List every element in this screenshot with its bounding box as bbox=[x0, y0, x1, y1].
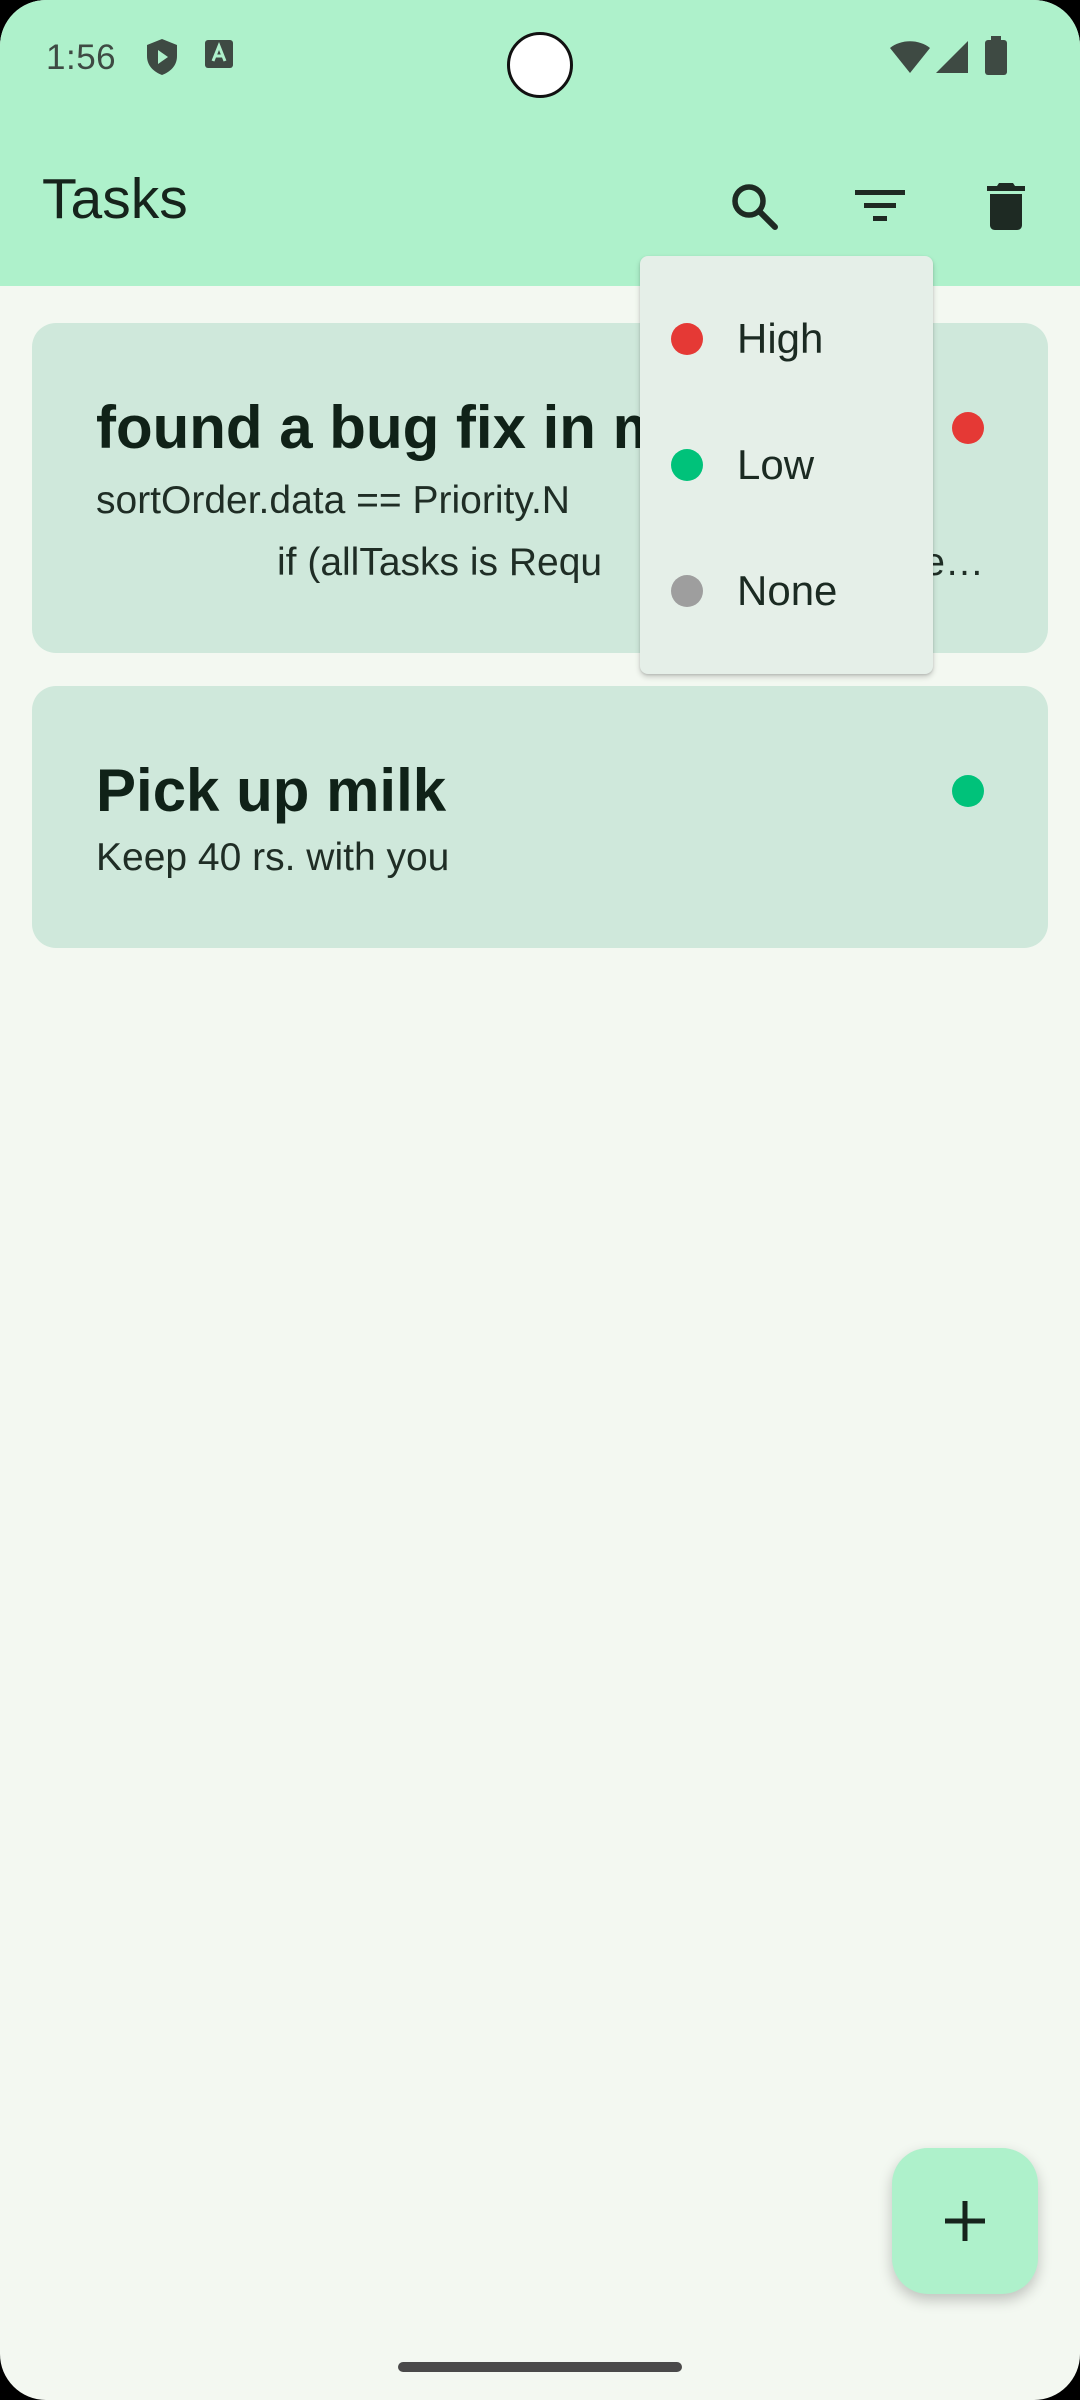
search-button[interactable] bbox=[714, 166, 794, 246]
signal-icon bbox=[935, 40, 969, 79]
page-title: Tasks bbox=[42, 167, 188, 231]
task-title: found a bug fix in m bbox=[96, 394, 666, 461]
menu-item-none[interactable]: None bbox=[640, 528, 933, 654]
task-title: Pick up milk bbox=[96, 757, 447, 824]
task-description-line2-text: if (allTasks is Requ bbox=[277, 541, 603, 584]
filter-button[interactable] bbox=[840, 166, 920, 246]
search-icon bbox=[732, 184, 778, 230]
menu-item-label: None bbox=[737, 567, 838, 614]
task-card[interactable]: Pick up milk Keep 40 rs. with you bbox=[32, 686, 1048, 948]
plus-icon bbox=[945, 2201, 985, 2241]
delete-icon bbox=[987, 183, 1025, 230]
battery-icon bbox=[984, 36, 1008, 81]
menu-item-low[interactable]: Low bbox=[640, 402, 933, 528]
keyboard-a-icon bbox=[204, 38, 234, 77]
add-task-button[interactable] bbox=[892, 2148, 1038, 2294]
task-list-screen: 1:56 Tasks found a bug fix in m sortOrde… bbox=[0, 0, 1080, 2400]
front-camera bbox=[507, 32, 573, 98]
high-priority-dot bbox=[671, 323, 703, 355]
shield-icon bbox=[145, 38, 179, 81]
menu-item-high[interactable]: High bbox=[640, 276, 933, 402]
task-description: Keep 40 rs. with you bbox=[96, 836, 450, 879]
delete-all-button[interactable] bbox=[966, 166, 1046, 246]
priority-indicator-low bbox=[952, 775, 984, 807]
home-indicator[interactable] bbox=[398, 2362, 682, 2372]
filter-icon bbox=[855, 190, 905, 221]
status-time: 1:56 bbox=[46, 38, 117, 77]
menu-item-label: Low bbox=[737, 441, 815, 488]
menu-item-label: High bbox=[737, 315, 824, 362]
wifi-icon bbox=[889, 40, 931, 79]
priority-filter-menu: High Low None bbox=[640, 256, 933, 674]
low-priority-dot bbox=[671, 449, 703, 481]
none-priority-dot bbox=[671, 575, 703, 607]
status-bar: 1:56 bbox=[0, 0, 1080, 126]
priority-indicator-high bbox=[952, 412, 984, 444]
